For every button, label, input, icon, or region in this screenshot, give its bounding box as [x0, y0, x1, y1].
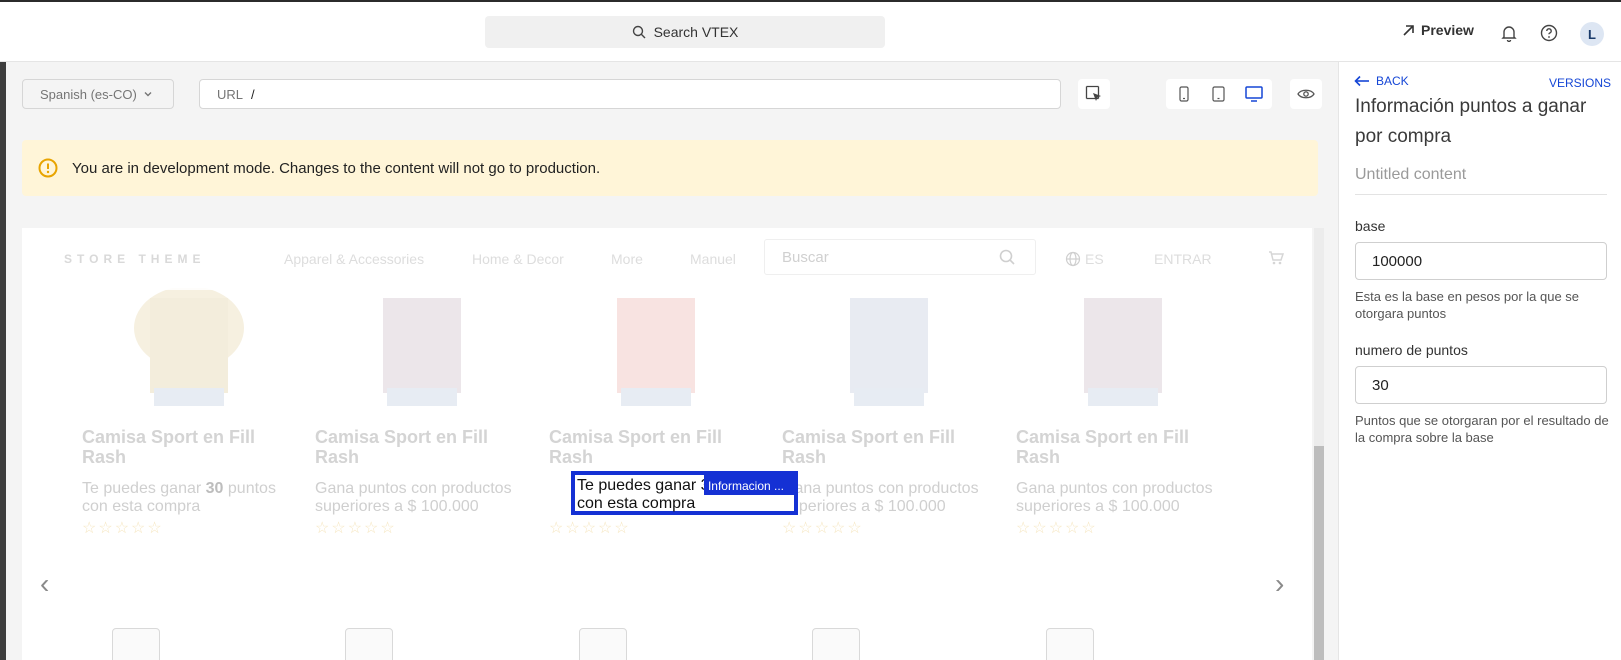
desktop-device-icon[interactable]	[1237, 79, 1272, 109]
global-search[interactable]: Search VTEX	[485, 16, 885, 48]
content-sidebar: BACK VERSIONS Información puntos a ganar…	[1338, 62, 1621, 660]
eye-icon	[1297, 89, 1315, 99]
chevron-down-icon	[144, 92, 152, 97]
help-icon[interactable]	[1538, 22, 1560, 44]
product-image	[1084, 298, 1162, 406]
rating-stars: ☆☆☆☆☆	[82, 520, 164, 537]
global-search-label: Search VTEX	[653, 24, 739, 40]
login-link[interactable]: ENTRAR	[1154, 251, 1212, 267]
product-description: Gana puntos con productos superiores a $…	[315, 480, 512, 515]
field-label-points: numero de puntos	[1355, 342, 1468, 358]
url-field[interactable]: URL /	[199, 79, 1061, 109]
product-description: Te puedes ganar 30 puntos con esta compr…	[82, 480, 276, 515]
product-thumbnail[interactable]	[579, 628, 627, 660]
search-icon	[632, 25, 646, 39]
product-image	[134, 288, 244, 406]
nav-item[interactable]: Manuel	[690, 251, 736, 267]
points-input[interactable]: 30	[1355, 366, 1607, 404]
rating-stars: ☆☆☆☆☆	[315, 520, 397, 537]
product-name: Camisa Sport en Fill Rash	[549, 427, 723, 467]
product-image	[383, 298, 461, 406]
product-thumbnail[interactable]	[1046, 628, 1094, 660]
product-image	[617, 298, 695, 406]
nav-item[interactable]: More	[611, 251, 643, 267]
rating-stars: ☆☆☆☆☆	[782, 520, 864, 537]
preview-label: Preview	[1421, 22, 1474, 38]
product-name: Camisa Sport en Fill Rash	[782, 427, 956, 467]
top-bar: Search VTEX Preview L	[0, 0, 1621, 62]
product-description: Gana puntos con productos superiores a $…	[1016, 480, 1213, 515]
nav-item[interactable]: Home & Decor	[472, 251, 564, 267]
cursor-select-icon	[1085, 85, 1101, 101]
versions-link[interactable]: VERSIONS	[1549, 76, 1611, 90]
preview-eye-button[interactable]	[1290, 79, 1322, 109]
store-search-input[interactable]: Buscar	[764, 239, 1036, 275]
dev-mode-warning-text: You are in development mode. Changes to …	[72, 159, 601, 177]
avatar[interactable]: L	[1580, 22, 1604, 46]
tablet-device-icon[interactable]	[1201, 79, 1236, 109]
product-thumbnail[interactable]	[112, 628, 160, 660]
mobile-device-icon[interactable]	[1166, 79, 1201, 109]
locale-select[interactable]: Spanish (es-CO)	[22, 79, 174, 109]
inspect-button[interactable]	[1078, 79, 1110, 109]
language-label: ES	[1085, 251, 1104, 267]
store-logo: STORE THEME	[64, 252, 206, 266]
url-label: URL	[217, 86, 244, 102]
cart-icon[interactable]	[1268, 250, 1285, 268]
arrow-up-right-icon	[1403, 24, 1414, 36]
base-input[interactable]: 100000	[1355, 242, 1607, 280]
url-value: /	[251, 86, 255, 102]
product-name: Camisa Sport en Fill Rash	[82, 427, 256, 467]
selected-block-outline[interactable]: Te puedes ganar 30 puntos con esta compr…	[571, 471, 798, 515]
product-name: Camisa Sport en Fill Rash	[315, 427, 489, 467]
carousel-next-arrow[interactable]: ›	[1275, 568, 1284, 600]
back-label: BACK	[1376, 74, 1409, 88]
points-help-text: Puntos que se otorgaran por el resultado…	[1355, 413, 1609, 445]
product-description: Gana puntos con productos superiores a $…	[782, 480, 979, 515]
store-header: STORE THEME Apparel & Accessories Home &…	[22, 228, 1312, 290]
locale-value: Spanish (es-CO)	[40, 86, 137, 102]
search-icon	[999, 249, 1015, 265]
back-button[interactable]: BACK	[1354, 74, 1409, 88]
base-help-text: Esta es la base en pesos por la que se o…	[1355, 289, 1580, 321]
frame-scrollbar[interactable]	[1314, 228, 1324, 660]
nav-item[interactable]: Apparel & Accessories	[284, 251, 424, 267]
store-preview-frame: Camisa Sport en Fill Rash Te puedes gana…	[22, 228, 1312, 660]
device-switcher	[1166, 79, 1272, 109]
dev-mode-warning: You are in development mode. Changes to …	[22, 140, 1318, 196]
product-shelf: Camisa Sport en Fill Rash Te puedes gana…	[22, 228, 1312, 660]
product-thumbnail[interactable]	[812, 628, 860, 660]
content-name-field[interactable]: Untitled content	[1355, 166, 1607, 195]
arrow-left-icon	[1354, 75, 1369, 87]
scrollbar-thumb[interactable]	[1314, 446, 1324, 660]
carousel-prev-arrow[interactable]: ‹	[40, 568, 49, 600]
globe-icon	[1065, 251, 1081, 267]
product-name: Camisa Sport en Fill Rash	[1016, 427, 1190, 467]
rating-stars: ☆☆☆☆☆	[549, 520, 631, 537]
field-label-base: base	[1355, 218, 1386, 234]
warning-icon	[38, 158, 58, 178]
preview-button[interactable]: Preview	[1402, 22, 1474, 38]
product-image	[850, 298, 928, 406]
editor-canvas: Spanish (es-CO) URL / You are in develop…	[0, 62, 1338, 660]
store-search-placeholder: Buscar	[782, 248, 829, 266]
bell-icon[interactable]	[1498, 22, 1520, 44]
selected-block-tag[interactable]: Informacion ...	[703, 475, 794, 495]
rating-stars: ☆☆☆☆☆	[1016, 520, 1098, 537]
product-thumbnail[interactable]	[345, 628, 393, 660]
language-selector[interactable]: ES	[1065, 251, 1104, 267]
block-title: Información puntos a ganar por compra	[1355, 96, 1587, 147]
